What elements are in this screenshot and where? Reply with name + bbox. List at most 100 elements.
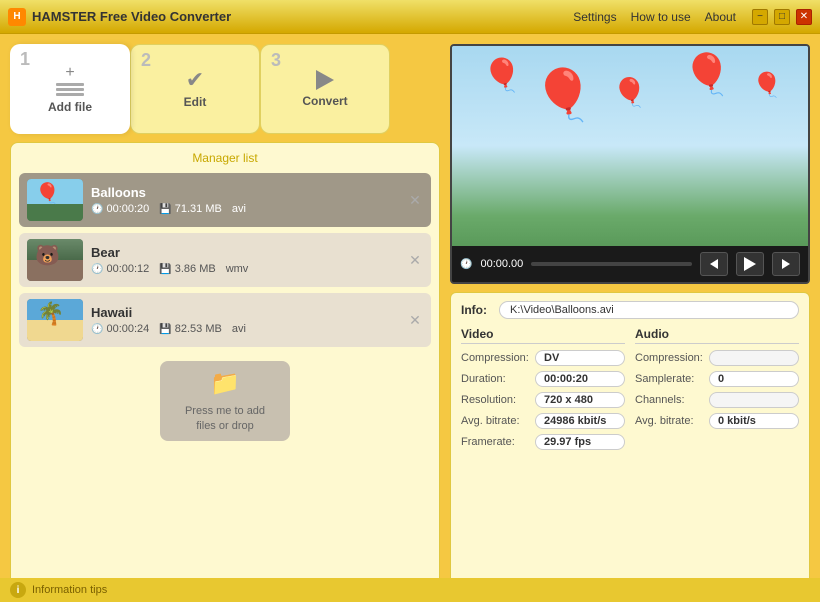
audio-samplerate-value: 0 xyxy=(709,371,799,387)
steps-area: 1 + Add file 2 ✔ Edit 3 xyxy=(10,44,440,134)
video-compression-value: DV xyxy=(535,350,625,366)
file-name-hawaii: Hawaii xyxy=(91,305,423,320)
video-resolution-field: Resolution: 720 x 480 xyxy=(461,392,625,408)
file-close-balloons[interactable]: ✕ xyxy=(407,192,423,208)
maximize-button[interactable]: □ xyxy=(774,9,790,25)
minimize-button[interactable]: − xyxy=(752,9,768,25)
file-close-hawaii[interactable]: ✕ xyxy=(407,312,423,328)
step-1-label: Add file xyxy=(48,100,92,114)
file-item-bear[interactable]: Bear 🕐 00:00:12 💾 3.86 MB wmv xyxy=(19,233,431,287)
balloon-scene: 🎈 🎈 🎈 🎈 🎈 xyxy=(452,46,808,246)
titlebar: H HAMSTER Free Video Converter Settings … xyxy=(0,0,820,34)
step-1-number: 1 xyxy=(20,50,30,68)
video-play-button[interactable] xyxy=(736,252,764,276)
video-duration-label: Duration: xyxy=(461,373,531,385)
audio-col-header: Audio xyxy=(635,327,799,344)
file-item-balloons[interactable]: Balloons 🕐 00:00:20 💾 71.31 MB avi xyxy=(19,173,431,227)
file-duration-balloons: 00:00:20 xyxy=(106,203,149,215)
file-ext-balloons: avi xyxy=(232,203,246,215)
video-next-button[interactable] xyxy=(772,252,800,276)
file-name-bear: Bear xyxy=(91,245,423,260)
info-path-row: Info: K:\Video\Balloons.avi xyxy=(461,301,799,319)
step-3-number: 3 xyxy=(271,51,281,69)
video-col-header: Video xyxy=(461,327,625,344)
step-2-number: 2 xyxy=(141,51,151,69)
video-screen: 🎈 🎈 🎈 🎈 🎈 xyxy=(452,46,808,246)
audio-compression-field: Compression: xyxy=(635,350,799,366)
video-bitrate-label: Avg. bitrate: xyxy=(461,415,531,427)
audio-bitrate-label: Avg. bitrate: xyxy=(635,415,705,427)
main-area: 1 + Add file 2 ✔ Edit 3 xyxy=(0,34,820,602)
audio-samplerate-label: Samplerate: xyxy=(635,373,705,385)
right-panel: 🎈 🎈 🎈 🎈 🎈 🕐 00:00.00 xyxy=(450,44,810,592)
bottom-bar: i Information tips xyxy=(0,578,820,602)
video-time: 00:00.00 xyxy=(480,258,523,270)
audio-channels-field: Channels: xyxy=(635,392,799,408)
file-duration-hawaii: 00:00:24 xyxy=(106,323,149,335)
file-info-bear: Bear 🕐 00:00:12 💾 3.86 MB wmv xyxy=(91,245,423,275)
audio-bitrate-field: Avg. bitrate: 0 kbit/s xyxy=(635,413,799,429)
video-duration-value: 00:00:20 xyxy=(535,371,625,387)
step-3-button[interactable]: 3 Convert xyxy=(260,44,390,134)
video-resolution-label: Resolution: xyxy=(461,394,531,406)
file-size-hawaii: 82.53 MB xyxy=(175,323,222,335)
file-list: Balloons 🕐 00:00:20 💾 71.31 MB avi xyxy=(19,173,431,347)
file-info-balloons: Balloons 🕐 00:00:20 💾 71.31 MB avi xyxy=(91,185,423,215)
step-3-label: Convert xyxy=(302,94,347,108)
audio-compression-label: Compression: xyxy=(635,352,705,364)
file-meta-bear: 🕐 00:00:12 💾 3.86 MB wmv xyxy=(91,263,423,275)
thumb-hawaii xyxy=(27,299,83,341)
step-1-button[interactable]: 1 + Add file xyxy=(10,44,130,134)
file-meta-balloons: 🕐 00:00:20 💾 71.31 MB avi xyxy=(91,203,423,215)
file-name-balloons: Balloons xyxy=(91,185,423,200)
thumb-balloons xyxy=(27,179,83,221)
audio-compression-value xyxy=(709,350,799,366)
info-label: Info: xyxy=(461,303,491,317)
how-to-use-link[interactable]: How to use xyxy=(631,10,691,24)
audio-channels-value xyxy=(709,392,799,408)
add-files-label: Press me to add files or drop xyxy=(176,404,274,433)
audio-bitrate-value: 0 kbit/s xyxy=(709,413,799,429)
thumb-bear xyxy=(27,239,83,281)
file-ext-hawaii: avi xyxy=(232,323,246,335)
audio-channels-label: Channels: xyxy=(635,394,705,406)
info-columns: Video Compression: DV Duration: 00:00:20… xyxy=(461,327,799,455)
add-files-button[interactable]: 📁 Press me to add files or drop xyxy=(160,361,290,441)
top-nav: Settings How to use About xyxy=(573,10,736,24)
video-controls: 🕐 00:00.00 xyxy=(452,246,808,282)
manager-title: Manager list xyxy=(19,151,431,165)
about-link[interactable]: About xyxy=(705,10,736,24)
file-close-bear[interactable]: ✕ xyxy=(407,252,423,268)
video-framerate-label: Framerate: xyxy=(461,436,531,448)
edit-icon: ✔ xyxy=(186,69,204,91)
video-resolution-value: 720 x 480 xyxy=(535,392,625,408)
close-button[interactable]: ✕ xyxy=(796,9,812,25)
logo-letter: H xyxy=(13,11,20,22)
manager-section: Manager list Balloons 🕐 00:00:20 xyxy=(10,142,440,592)
video-framerate-value: 29.97 fps xyxy=(535,434,625,450)
video-bitrate-value: 24986 kbit/s xyxy=(535,413,625,429)
video-preview: 🎈 🎈 🎈 🎈 🎈 🕐 00:00.00 xyxy=(450,44,810,284)
video-compression-label: Compression: xyxy=(461,352,531,364)
settings-link[interactable]: Settings xyxy=(573,10,616,24)
file-info-hawaii: Hawaii 🕐 00:00:24 💾 82.53 MB avi xyxy=(91,305,423,335)
video-compression-field: Compression: DV xyxy=(461,350,625,366)
video-prev-button[interactable] xyxy=(700,252,728,276)
file-meta-hawaii: 🕐 00:00:24 💾 82.53 MB avi xyxy=(91,323,423,335)
file-duration-bear: 00:00:12 xyxy=(106,263,149,275)
left-panel: 1 + Add file 2 ✔ Edit 3 xyxy=(10,44,440,592)
video-info-col: Video Compression: DV Duration: 00:00:20… xyxy=(461,327,625,455)
info-icon: i xyxy=(10,582,26,598)
window-controls: − □ ✕ xyxy=(752,9,812,25)
audio-info-col: Audio Compression: Samplerate: 0 Channel… xyxy=(635,327,799,455)
app-title: HAMSTER Free Video Converter xyxy=(32,9,573,24)
file-ext-bear: wmv xyxy=(226,263,249,275)
video-progress[interactable] xyxy=(531,262,692,266)
step-2-button[interactable]: 2 ✔ Edit xyxy=(130,44,260,134)
file-size-bear: 3.86 MB xyxy=(175,263,216,275)
app-logo: H xyxy=(8,8,26,26)
file-item-hawaii[interactable]: Hawaii 🕐 00:00:24 💾 82.53 MB avi xyxy=(19,293,431,347)
bottom-info-text: Information tips xyxy=(32,584,107,596)
step-2-label: Edit xyxy=(184,95,207,109)
add-files-icon: 📁 xyxy=(210,369,240,398)
